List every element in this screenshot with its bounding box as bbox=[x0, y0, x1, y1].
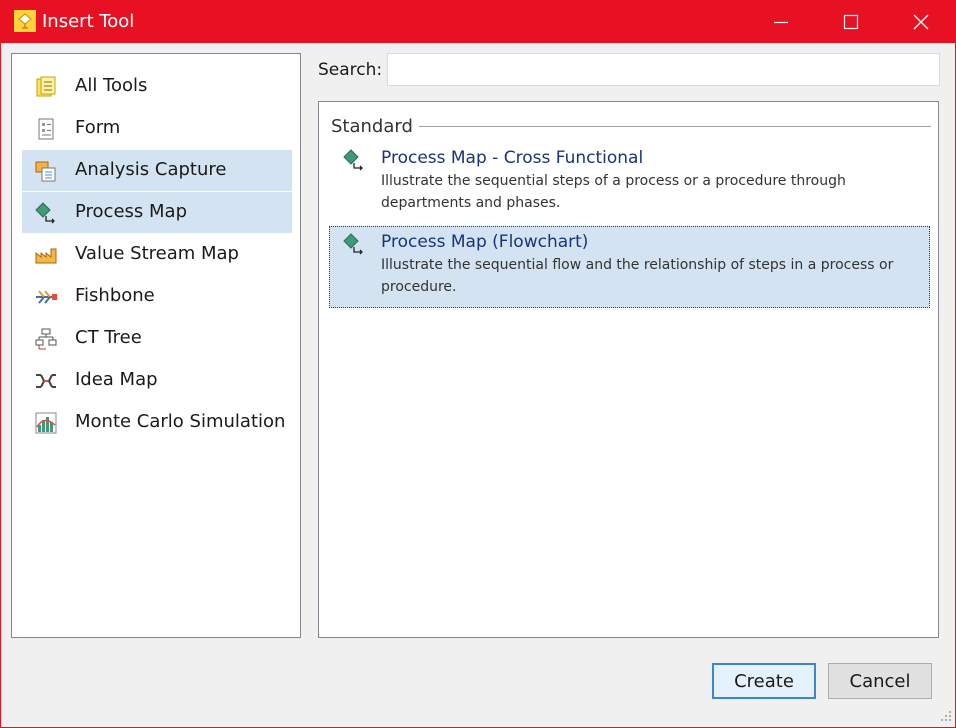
all-tools-icon bbox=[34, 75, 58, 99]
sidebar-item-idea-map[interactable]: Idea Map bbox=[22, 360, 292, 401]
title-bar[interactable]: Insert Tool bbox=[1, 1, 955, 43]
sidebar-item-value-stream-map[interactable]: Value Stream Map bbox=[22, 234, 292, 275]
create-button[interactable]: Create bbox=[712, 663, 816, 699]
form-icon bbox=[34, 117, 58, 141]
value-stream-map-icon bbox=[34, 243, 58, 267]
tool-title: Process Map - Cross Functional bbox=[381, 148, 644, 168]
sidebar-item-label: Form bbox=[75, 117, 121, 138]
sidebar-item-all-tools[interactable]: All Tools bbox=[22, 66, 292, 107]
resize-grip[interactable] bbox=[937, 707, 953, 723]
resize-grip-icon bbox=[941, 711, 951, 721]
sidebar-item-analysis-capture[interactable]: Analysis Capture bbox=[22, 150, 292, 191]
cancel-button[interactable]: Cancel bbox=[828, 663, 932, 699]
search-input[interactable] bbox=[387, 53, 940, 86]
sidebar-item-ct-tree[interactable]: CT Tree bbox=[22, 318, 292, 359]
process-map-icon bbox=[342, 148, 366, 172]
sidebar-item-label: Process Map bbox=[75, 201, 187, 222]
process-map-icon bbox=[34, 201, 58, 225]
tool-title: Process Map (Flowchart) bbox=[381, 232, 589, 252]
search-label: Search: bbox=[318, 60, 383, 80]
idea-map-icon bbox=[34, 369, 58, 393]
tool-description: Illustrate the sequential flow and the r… bbox=[381, 257, 894, 295]
app-icon bbox=[14, 10, 36, 32]
group-divider bbox=[419, 126, 931, 127]
maximize-icon bbox=[843, 14, 859, 30]
sidebar-item-label: Monte Carlo Simulation bbox=[75, 411, 286, 432]
sidebar-item-label: Value Stream Map bbox=[75, 243, 239, 264]
sidebar-item-label: Analysis Capture bbox=[75, 159, 227, 180]
tool-category-list: All Tools Form Analysis Capture Process … bbox=[11, 53, 301, 638]
sidebar-item-label: Fishbone bbox=[75, 285, 155, 306]
minimize-button[interactable] bbox=[746, 1, 816, 43]
insert-tool-window: Insert Tool All Tools Form Analysis Capt… bbox=[0, 0, 956, 728]
close-button[interactable] bbox=[886, 1, 955, 43]
fishbone-icon bbox=[34, 285, 58, 309]
process-map-icon bbox=[342, 232, 366, 256]
maximize-button[interactable] bbox=[816, 1, 886, 43]
tool-item-process-map-flowchart[interactable]: Process Map (Flowchart) Illustrate the s… bbox=[329, 226, 930, 308]
window-title: Insert Tool bbox=[42, 11, 135, 32]
sidebar-item-label: Idea Map bbox=[75, 369, 158, 390]
close-icon bbox=[913, 14, 929, 30]
sidebar-item-form[interactable]: Form bbox=[22, 108, 292, 149]
sidebar-item-process-map[interactable]: Process Map bbox=[22, 192, 292, 233]
sidebar-item-fishbone[interactable]: Fishbone bbox=[22, 276, 292, 317]
sidebar-item-label: CT Tree bbox=[75, 327, 142, 348]
ct-tree-icon bbox=[34, 327, 58, 351]
tool-item-process-map-cross-functional[interactable]: Process Map - Cross Functional Illustrat… bbox=[329, 142, 930, 224]
tool-description: Illustrate the sequential steps of a pro… bbox=[381, 173, 846, 211]
monte-carlo-icon bbox=[34, 411, 58, 435]
tool-list-panel: Standard Process Map - Cross Functional … bbox=[318, 101, 939, 638]
minimize-icon bbox=[774, 21, 788, 24]
group-title: Standard bbox=[331, 116, 413, 137]
sidebar-item-label: All Tools bbox=[75, 75, 148, 96]
sidebar-item-monte-carlo-simulation[interactable]: Monte Carlo Simulation bbox=[22, 402, 292, 443]
analysis-capture-icon bbox=[34, 159, 58, 183]
